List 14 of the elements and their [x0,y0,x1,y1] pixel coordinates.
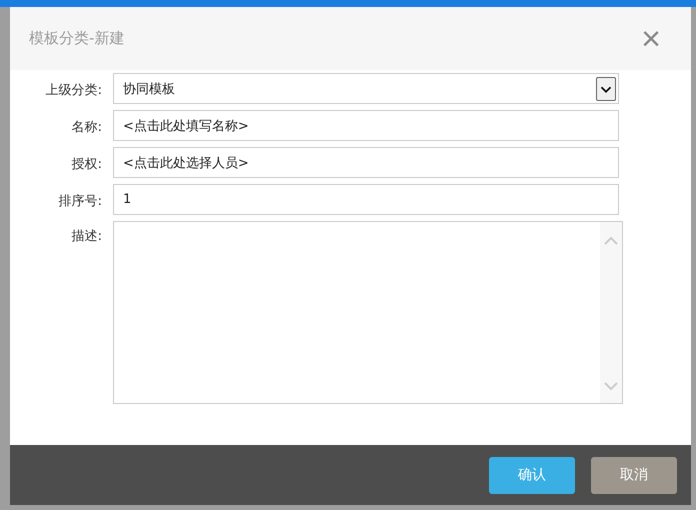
category-select[interactable]: 协同模板 [113,73,619,104]
scroll-up-icon[interactable] [604,236,618,245]
input-field[interactable]: 1 [113,184,619,215]
field-label: 描述: [70,228,102,245]
field-label: 授权: [70,156,102,173]
description-field[interactable] [113,221,623,404]
field-label: 排序号: [58,193,102,210]
dialog-title: 模板分类-新建 [29,29,124,48]
scroll-down-icon[interactable] [604,382,618,391]
input-field[interactable]: <点击此处选择人员> [113,147,619,178]
field-label: 名称: [70,119,102,136]
field-label: 上级分类: [44,82,102,99]
scrollbar[interactable] [600,222,622,403]
input-field[interactable]: <点击此处填写名称> [113,110,619,141]
